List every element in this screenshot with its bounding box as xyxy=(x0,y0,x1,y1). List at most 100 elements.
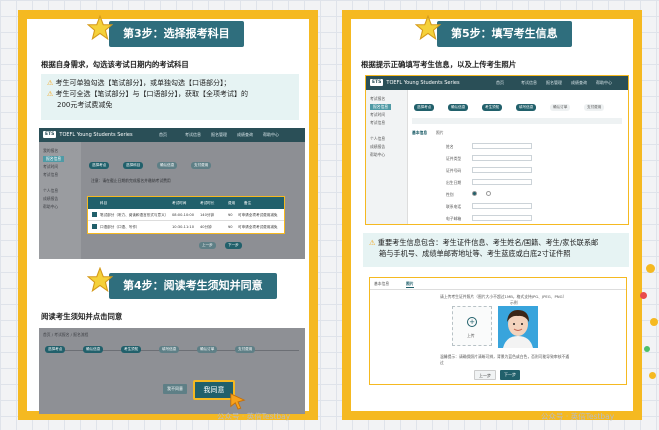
step5-tip: ⚠ 重要考生信息包含：考生证件信息、考生姓名/国籍、考生/家长联系邮 箱与手机号… xyxy=(363,233,629,267)
gender-radio[interactable] xyxy=(486,191,491,196)
table-header: 科目 考试时间 考试时长 费用 备注 xyxy=(88,197,284,209)
cell: 口语部分（口语、写作） xyxy=(100,225,140,229)
prev-button[interactable]: 上一步 xyxy=(199,242,216,249)
nav-item[interactable]: 报名管理 xyxy=(546,76,562,90)
sidebar-item[interactable]: 考试报名 xyxy=(370,96,385,102)
tab-photo[interactable]: 照片 xyxy=(406,281,414,288)
cell: 可申请全项考试费用减免 xyxy=(238,225,278,229)
next-button[interactable]: 下一步 xyxy=(225,242,242,249)
sidebar-item[interactable]: 帮助中心 xyxy=(370,152,385,158)
nav-item[interactable]: 考试信息 xyxy=(521,76,537,90)
upload-label: 上传 xyxy=(467,333,475,338)
sidebar-item-active[interactable]: 报名信息 xyxy=(43,156,65,162)
cell: ¥0 xyxy=(228,225,233,229)
phone-input[interactable] xyxy=(472,203,532,209)
step-chip: 确认信息 xyxy=(83,346,104,353)
checkbox[interactable] xyxy=(92,224,97,229)
left-panel: 第3步：选择报考科目 根据自身需求，勾选该考试日期内的考试科目 ⚠ 考生可单独勾… xyxy=(18,10,318,421)
step4-title-text: 第4步：阅读考生须知并同意 xyxy=(123,279,263,292)
field-label: 电子邮箱 xyxy=(446,216,462,221)
step3-title-text: 第3步：选择报考科目 xyxy=(123,27,230,40)
right-panel: 第5步：填写考生信息 根据提示正确填写考生信息，以及上传考生照片 ETS TOEF… xyxy=(342,10,642,421)
sidebar-item[interactable]: 考试信息 xyxy=(43,172,58,178)
tab-divider xyxy=(370,289,626,290)
step3-title: 第3步：选择报考科目 xyxy=(87,15,244,47)
step-chip: 确认信息 xyxy=(448,104,469,111)
checkbox[interactable] xyxy=(92,212,97,217)
warning-icon: ⚠ xyxy=(47,90,54,98)
cell: 140分钟 xyxy=(200,213,215,217)
table-row: 笔试部分（听力、阅读和语言形式与意义） 08:00-10:00 140分钟 ¥0… xyxy=(88,209,284,221)
nav-item[interactable]: 首页 xyxy=(159,128,167,142)
nav-item[interactable]: 帮助中心 xyxy=(596,76,612,90)
id-number-input[interactable] xyxy=(472,167,532,173)
column-header: 科目 xyxy=(100,201,108,205)
column-header: 备注 xyxy=(244,201,252,205)
tab-basic-info[interactable]: 基本信息 xyxy=(412,130,427,136)
field-label: 证件号码 xyxy=(446,168,462,173)
tip-line: 箱与手机号、成绩单邮寄地址等、考生蓝底或白底2寸证件照 xyxy=(379,249,571,258)
sidebar-item[interactable]: 成绩报告 xyxy=(43,196,58,202)
sidebar-item-active[interactable]: 报名信息 xyxy=(370,104,392,110)
ets-logo: ETS xyxy=(370,79,384,86)
subject-table: 科目 考试时间 考试时长 费用 备注 笔试部分（听力、阅读和语言形式与意义） 0… xyxy=(87,196,285,234)
ets-logo: ETS xyxy=(43,131,57,138)
nav-item[interactable]: 考试信息 xyxy=(185,128,201,142)
nav-item[interactable]: 报名管理 xyxy=(211,128,227,142)
sample-photo xyxy=(498,306,538,348)
step-chip: 选择科目 xyxy=(123,162,144,169)
step4-description: 阅读考生须知并点击同意 xyxy=(41,312,123,321)
step-chip: 确认信息 xyxy=(157,162,178,169)
breadcrumb: 首页 / 考试报名 / 报名流程 xyxy=(43,332,89,337)
step3-tip: ⚠ 考生可单独勾选【笔试部分】，或单独勾选【口语部分】； ⚠ 考生可全选【笔试部… xyxy=(41,74,299,120)
birthdate-input[interactable] xyxy=(472,179,532,185)
cell: 08:00-10:00 xyxy=(172,213,195,217)
star-icon xyxy=(87,15,113,41)
step5-title: 第5步：填写考生信息 xyxy=(415,15,572,47)
email-input[interactable] xyxy=(472,215,532,221)
id-type-select[interactable] xyxy=(472,155,532,161)
sidebar-item[interactable]: 考试信息 xyxy=(370,120,385,126)
step-chip: 考生须知 xyxy=(482,104,503,111)
field-label: 联系电话 xyxy=(446,204,462,209)
next-button[interactable]: 下一步 xyxy=(500,370,520,380)
nav-item[interactable]: 成绩查询 xyxy=(571,76,587,90)
cell: 40分钟 xyxy=(200,225,212,229)
info-banner xyxy=(412,118,622,124)
name-input[interactable] xyxy=(472,143,532,149)
step-chip: 选择考点 xyxy=(45,346,66,353)
poster: 第3步：选择报考科目 根据自身需求，勾选该考试日期内的考试科目 ⚠ 考生可单独勾… xyxy=(0,0,659,430)
field-label: 出生日期 xyxy=(446,180,462,185)
tab-basic-info[interactable]: 基本信息 xyxy=(374,281,389,287)
sidebar-item[interactable]: 考试时间 xyxy=(43,164,58,170)
sidebar-item[interactable]: 帮助中心 xyxy=(43,204,58,210)
step4-title: 第4步：阅读考生须知并同意 xyxy=(87,267,277,299)
column-header: 考试时间 xyxy=(172,201,187,205)
sidebar-item[interactable]: 个人信息 xyxy=(370,136,385,142)
sidebar-item[interactable]: 我的报名 xyxy=(43,148,58,154)
cell: ¥0 xyxy=(228,213,233,217)
photo-upload-screenshot: 基本信息 照片 请上传考生证件照片（图片大小不超过1MB，格式支持JPG、JPE… xyxy=(369,277,627,385)
sidebar-item[interactable]: 成绩报告 xyxy=(370,144,385,150)
gender-radio[interactable] xyxy=(472,191,477,196)
nav-item[interactable]: 成绩查询 xyxy=(237,128,253,142)
tab-photo[interactable]: 照片 xyxy=(436,130,444,136)
step-chip: 支付费用 xyxy=(584,104,605,111)
prev-button[interactable]: 上一步 xyxy=(474,370,496,380)
sidebar-item[interactable]: 个人信息 xyxy=(43,188,58,194)
warning-icon: ⚠ xyxy=(369,238,376,247)
nav-item[interactable]: 帮助中心 xyxy=(263,128,279,142)
column-header: 考试时长 xyxy=(200,201,215,205)
upload-box[interactable]: + 上传 xyxy=(452,306,492,346)
decor-dot xyxy=(640,292,647,299)
step5-title-text: 第5步：填写考生信息 xyxy=(451,27,558,40)
cell: 10:30-11:10 xyxy=(172,225,195,229)
disagree-button[interactable]: 我不同意 xyxy=(163,384,187,394)
sidebar-item[interactable]: 考试时间 xyxy=(370,112,385,118)
brand-name: TOEFL Young Students Series xyxy=(59,132,133,138)
step-chip: 填写信息 xyxy=(159,346,180,353)
tip-line: 考生可全选【笔试部分】与【口语部分】，获取【全项考试】的 xyxy=(55,90,249,98)
decor-dot xyxy=(650,318,658,326)
nav-item[interactable]: 首页 xyxy=(496,76,504,90)
upload-icon: + xyxy=(467,317,477,327)
